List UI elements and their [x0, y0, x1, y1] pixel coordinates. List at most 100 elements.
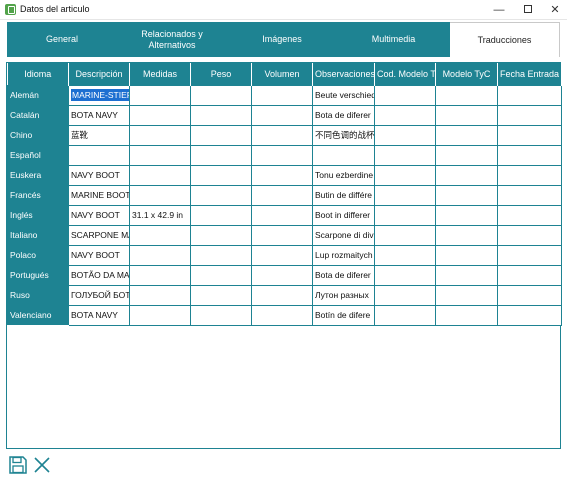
cell-medidas[interactable] — [129, 164, 191, 186]
table-row[interactable]: Polaco NAVY BOOT Lup rozmaitych — [7, 244, 562, 266]
cell-descripcion[interactable] — [68, 144, 130, 166]
cell-modelo-tyc[interactable] — [435, 264, 498, 286]
cell-descripcion[interactable]: NAVY BOOT — [68, 204, 130, 226]
cell-descripcion[interactable]: MARINE-STIEF — [68, 84, 130, 106]
cell-observaciones[interactable]: Botín de difere — [312, 304, 375, 326]
cell-volumen[interactable] — [251, 284, 313, 306]
cell-observaciones[interactable]: Bota de diferer — [312, 264, 375, 286]
cell-modelo-tyc[interactable] — [435, 304, 498, 326]
cell-modelo-tyc[interactable] — [435, 204, 498, 226]
cell-fecha-entrada[interactable] — [497, 284, 562, 306]
cell-volumen[interactable] — [251, 164, 313, 186]
cell-peso[interactable] — [190, 264, 252, 286]
cell-medidas[interactable] — [129, 264, 191, 286]
cell-observaciones[interactable]: Boot in differer — [312, 204, 375, 226]
cell-volumen[interactable] — [251, 224, 313, 246]
cell-volumen[interactable] — [251, 264, 313, 286]
cell-descripcion[interactable]: NAVY BOOT — [68, 164, 130, 186]
cell-fecha-entrada[interactable] — [497, 184, 562, 206]
cell-medidas[interactable] — [129, 304, 191, 326]
cell-medidas[interactable] — [129, 184, 191, 206]
cell-medidas[interactable] — [129, 84, 191, 106]
cell-fecha-entrada[interactable] — [497, 124, 562, 146]
col-header-medidas[interactable]: Medidas — [129, 63, 191, 85]
cell-medidas[interactable] — [129, 244, 191, 266]
cell-descripcion[interactable]: SCARPONE MA — [68, 224, 130, 246]
tab-imagenes[interactable]: Imágenes — [227, 22, 337, 57]
cell-cod-modelo[interactable] — [374, 184, 436, 206]
tab-relacionados-alternativos[interactable]: Relacionados y Alternativos — [117, 22, 227, 57]
table-row[interactable]: Catalán BOTA NAVY Bota de diferer — [7, 104, 562, 126]
cell-cod-modelo[interactable] — [374, 164, 436, 186]
col-header-observaciones[interactable]: Observaciones — [312, 63, 375, 85]
cell-fecha-entrada[interactable] — [497, 204, 562, 226]
cell-observaciones[interactable]: Lup rozmaitych — [312, 244, 375, 266]
cell-cod-modelo[interactable] — [374, 104, 436, 126]
cell-fecha-entrada[interactable] — [497, 264, 562, 286]
cell-descripcion[interactable]: BOTA NAVY — [68, 104, 130, 126]
table-row[interactable]: Italiano SCARPONE MA Scarpone di div — [7, 224, 562, 246]
cell-observaciones[interactable]: Butin de différe — [312, 184, 375, 206]
minimize-button[interactable]: — — [484, 0, 514, 20]
cell-peso[interactable] — [190, 204, 252, 226]
cell-observaciones[interactable]: Tonu ezberdine — [312, 164, 375, 186]
table-row[interactable]: Valenciano BOTA NAVY Botín de difere — [7, 304, 562, 326]
cell-fecha-entrada[interactable] — [497, 144, 562, 166]
col-header-peso[interactable]: Peso — [190, 63, 252, 85]
cell-volumen[interactable] — [251, 244, 313, 266]
cell-volumen[interactable] — [251, 304, 313, 326]
cell-volumen[interactable] — [251, 124, 313, 146]
cell-volumen[interactable] — [251, 104, 313, 126]
table-row[interactable]: Ruso ГОЛУБОЙ БОТ Лутон разных — [7, 284, 562, 306]
cell-volumen[interactable] — [251, 144, 313, 166]
col-header-cod-modelo[interactable]: Cod. Modelo Ty — [374, 63, 436, 85]
cell-modelo-tyc[interactable] — [435, 104, 498, 126]
cell-medidas[interactable] — [129, 144, 191, 166]
cell-observaciones[interactable] — [312, 144, 375, 166]
col-header-descripcion[interactable]: Descripción — [68, 63, 130, 85]
cell-descripcion[interactable]: BOTA NAVY — [68, 304, 130, 326]
cell-volumen[interactable] — [251, 84, 313, 106]
col-header-volumen[interactable]: Volumen — [251, 63, 313, 85]
cell-cod-modelo[interactable] — [374, 244, 436, 266]
tab-multimedia[interactable]: Multimedia — [337, 22, 450, 57]
cell-modelo-tyc[interactable] — [435, 244, 498, 266]
table-row[interactable]: Español — [7, 144, 562, 166]
cell-cod-modelo[interactable] — [374, 84, 436, 106]
cell-modelo-tyc[interactable] — [435, 184, 498, 206]
cell-descripcion[interactable]: NAVY BOOT — [68, 244, 130, 266]
cell-fecha-entrada[interactable] — [497, 224, 562, 246]
cell-fecha-entrada[interactable] — [497, 84, 562, 106]
table-row[interactable]: Alemán MARINE-STIEF Beute verschied — [7, 84, 562, 106]
cell-fecha-entrada[interactable] — [497, 104, 562, 126]
table-row[interactable]: Francés MARINE BOOT Butin de différe — [7, 184, 562, 206]
cell-observaciones[interactable]: Beute verschied — [312, 84, 375, 106]
cell-peso[interactable] — [190, 124, 252, 146]
save-button[interactable] — [8, 455, 28, 475]
maximize-button[interactable] — [513, 0, 543, 20]
cell-fecha-entrada[interactable] — [497, 244, 562, 266]
cell-modelo-tyc[interactable] — [435, 124, 498, 146]
cell-peso[interactable] — [190, 164, 252, 186]
cell-descripcion[interactable]: ГОЛУБОЙ БОТ — [68, 284, 130, 306]
cell-volumen[interactable] — [251, 204, 313, 226]
cell-peso[interactable] — [190, 284, 252, 306]
cell-medidas[interactable] — [129, 224, 191, 246]
cell-cod-modelo[interactable] — [374, 144, 436, 166]
cell-observaciones[interactable]: Лутон разных — [312, 284, 375, 306]
col-header-modelo-tyc[interactable]: Modelo TyC — [435, 63, 498, 85]
cell-observaciones[interactable]: Scarpone di div — [312, 224, 375, 246]
cell-observaciones[interactable]: Bota de diferer — [312, 104, 375, 126]
cell-medidas[interactable] — [129, 104, 191, 126]
col-header-idioma[interactable]: Idioma — [7, 63, 69, 85]
cell-medidas[interactable]: 31.1 x 42.9 in — [129, 204, 191, 226]
cell-cod-modelo[interactable] — [374, 284, 436, 306]
cell-peso[interactable] — [190, 84, 252, 106]
cell-fecha-entrada[interactable] — [497, 164, 562, 186]
close-button[interactable]: ✕ — [540, 0, 567, 20]
cell-modelo-tyc[interactable] — [435, 164, 498, 186]
cell-modelo-tyc[interactable] — [435, 224, 498, 246]
cell-descripcion[interactable]: MARINE BOOT — [68, 184, 130, 206]
cell-modelo-tyc[interactable] — [435, 284, 498, 306]
cell-fecha-entrada[interactable] — [497, 304, 562, 326]
